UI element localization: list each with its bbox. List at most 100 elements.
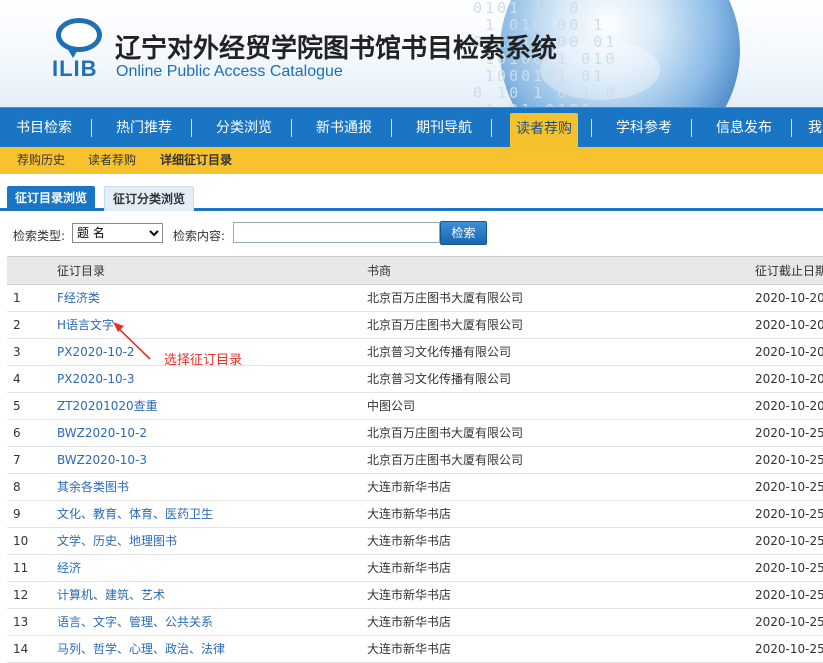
subnav-reader-recommend[interactable]: 读者荐购: [88, 147, 136, 174]
table-header: 征订目录 书商 征订截止日期: [7, 257, 823, 285]
annotation-arrow: [113, 322, 151, 360]
catalog-link[interactable]: PX2020-10-3: [57, 366, 135, 393]
nav-item-reader-recommend[interactable]: 读者荐购: [510, 113, 578, 147]
search-content-label: 检索内容:: [173, 229, 226, 243]
catalog-link[interactable]: ZT20201020查重: [57, 393, 158, 420]
vendor-cell: 大连市新华书店: [367, 534, 452, 548]
row-index: 5: [13, 399, 21, 413]
catalog-link[interactable]: BWZ2020-10-2: [57, 420, 147, 447]
catalog-link[interactable]: 经济: [57, 555, 81, 582]
deadline-cell: 2020-10-20: [755, 399, 823, 413]
table-row: 14 马列、哲学、心理、政治、法律 大连市新华书店 2020-10-25: [7, 636, 823, 663]
vendor-cell: 大连市新华书店: [367, 642, 452, 656]
nav-item-info-publish[interactable]: 信息发布: [716, 108, 772, 147]
deadline-cell: 2020-10-25: [755, 615, 823, 629]
nav-separator: [591, 119, 592, 137]
table-row: 4 PX2020-10-3 北京普习文化传播有限公司 2020-10-20: [7, 366, 823, 393]
row-index: 6: [13, 426, 21, 440]
vendor-cell: 北京普习文化传播有限公司: [367, 372, 512, 386]
vendor-cell: 北京百万庄图书大厦有限公司: [367, 291, 524, 305]
deadline-cell: 2020-10-20: [755, 318, 823, 332]
header-vendor: 书商: [367, 264, 392, 278]
annotation-label: 选择征订目录: [164, 353, 243, 368]
vendor-cell: 大连市新华书店: [367, 507, 452, 521]
nav-item-category-browse[interactable]: 分类浏览: [216, 108, 272, 147]
main-nav: 书目检索 热门推荐 分类浏览 新书通报 期刊导航 读者荐购 学科参考 信息发布 …: [0, 107, 823, 147]
deadline-cell: 2020-10-25: [755, 480, 823, 494]
deadline-cell: 2020-10-25: [755, 426, 823, 440]
vendor-cell: 大连市新华书店: [367, 588, 452, 602]
site-subtitle: Online Public Access Catalogue: [116, 63, 343, 80]
deadline-cell: 2020-10-25: [755, 507, 823, 521]
row-index: 10: [13, 534, 29, 548]
row-index: 8: [13, 480, 21, 494]
table-row: 13 语言、文字、管理、公共关系 大连市新华书店 2020-10-25: [7, 609, 823, 636]
subnav-recommend-history[interactable]: 荐购历史: [17, 147, 65, 174]
nav-separator: [691, 119, 692, 137]
nav-item-new-books[interactable]: 新书通报: [316, 108, 372, 147]
catalog-link[interactable]: 文化、教育、体育、医药卫生: [57, 501, 213, 528]
search-input[interactable]: [233, 222, 440, 243]
catalog-link[interactable]: 语言、文字、管理、公共关系: [57, 609, 213, 636]
catalog-link[interactable]: BWZ2020-10-3: [57, 447, 147, 474]
nav-separator: [491, 119, 492, 137]
row-index: 2: [13, 318, 21, 332]
deadline-cell: 2020-10-25: [755, 588, 823, 602]
row-index: 11: [13, 561, 29, 575]
site-header: 0101 10 0 1 010100 1 0 1010100 01 10100 …: [0, 0, 823, 107]
catalog-link[interactable]: 计算机、建筑、艺术: [57, 582, 165, 609]
nav-item-hot-recommend[interactable]: 热门推荐: [116, 108, 172, 147]
vendor-cell: 北京普习文化传播有限公司: [367, 345, 512, 359]
vendor-cell: 北京百万庄图书大厦有限公司: [367, 453, 524, 467]
row-index: 4: [13, 372, 21, 386]
speech-bubble-icon: [56, 18, 102, 58]
vendor-cell: 大连市新华书店: [367, 480, 452, 494]
nav-item-subject-reference[interactable]: 学科参考: [616, 108, 672, 147]
vendor-cell: 北京百万庄图书大厦有限公司: [367, 426, 524, 440]
header-deadline: 征订截止日期: [755, 264, 823, 278]
nav-item-bibliographic-search[interactable]: 书目检索: [16, 108, 72, 147]
subnav-detailed-catalog[interactable]: 详细征订目录: [160, 147, 232, 174]
table-row: 7 BWZ2020-10-3 北京百万庄图书大厦有限公司 2020-10-25: [7, 447, 823, 474]
vendor-cell: 北京百万庄图书大厦有限公司: [367, 318, 524, 332]
row-index: 14: [13, 642, 29, 656]
catalog-link[interactable]: H语言文字: [57, 312, 114, 339]
search-bar: 检索类型: 题 名 检索内容: 检索: [0, 215, 823, 251]
catalog-link[interactable]: 文学、历史、地理图书: [57, 528, 177, 555]
catalog-link[interactable]: 其余各类图书: [57, 474, 129, 501]
nav-separator: [791, 119, 792, 137]
logo-text: ILIB: [52, 56, 98, 81]
row-index: 13: [13, 615, 29, 629]
sub-nav: 荐购历史 读者荐购 详细征订目录: [0, 147, 823, 174]
row-index: 7: [13, 453, 21, 467]
deadline-cell: 2020-10-25: [755, 534, 823, 548]
table-row: 8 其余各类图书 大连市新华书店 2020-10-25: [7, 474, 823, 501]
site-title: 辽宁对外经贸学院图书馆书目检索系统: [115, 34, 558, 64]
vendor-cell: 大连市新华书店: [367, 615, 452, 629]
table-row: 12 计算机、建筑、艺术 大连市新华书店 2020-10-25: [7, 582, 823, 609]
ilib-logo: ILIB: [50, 18, 110, 84]
search-button[interactable]: 检索: [440, 221, 487, 245]
table-row: 1 F经济类 北京百万庄图书大厦有限公司 2020-10-20: [7, 285, 823, 312]
header-catalog: 征订目录: [57, 264, 106, 278]
deadline-cell: 2020-10-25: [755, 453, 823, 467]
nav-item-journal-nav[interactable]: 期刊导航: [416, 108, 472, 147]
search-type-select[interactable]: 题 名: [72, 223, 163, 243]
tab-catalog-browse[interactable]: 征订目录浏览: [7, 186, 96, 211]
nav-item-my[interactable]: 我: [808, 108, 822, 147]
deadline-cell: 2020-10-20: [755, 345, 823, 359]
deadline-cell: 2020-10-25: [755, 642, 823, 656]
table-row: 10 文学、历史、地理图书 大连市新华书店 2020-10-25: [7, 528, 823, 555]
vendor-cell: 大连市新华书店: [367, 561, 452, 575]
deadline-cell: 2020-10-20: [755, 291, 823, 305]
row-index: 3: [13, 345, 21, 359]
deadline-cell: 2020-10-20: [755, 372, 823, 386]
row-index: 1: [13, 291, 21, 305]
tab-category-browse[interactable]: 征订分类浏览: [104, 186, 195, 211]
table-row: 5 ZT20201020查重 中图公司 2020-10-20: [7, 393, 823, 420]
catalog-link[interactable]: F经济类: [57, 285, 100, 312]
catalog-link[interactable]: 马列、哲学、心理、政治、法律: [57, 636, 225, 663]
row-index: 9: [13, 507, 21, 521]
nav-separator: [391, 119, 392, 137]
row-index: 12: [13, 588, 29, 602]
